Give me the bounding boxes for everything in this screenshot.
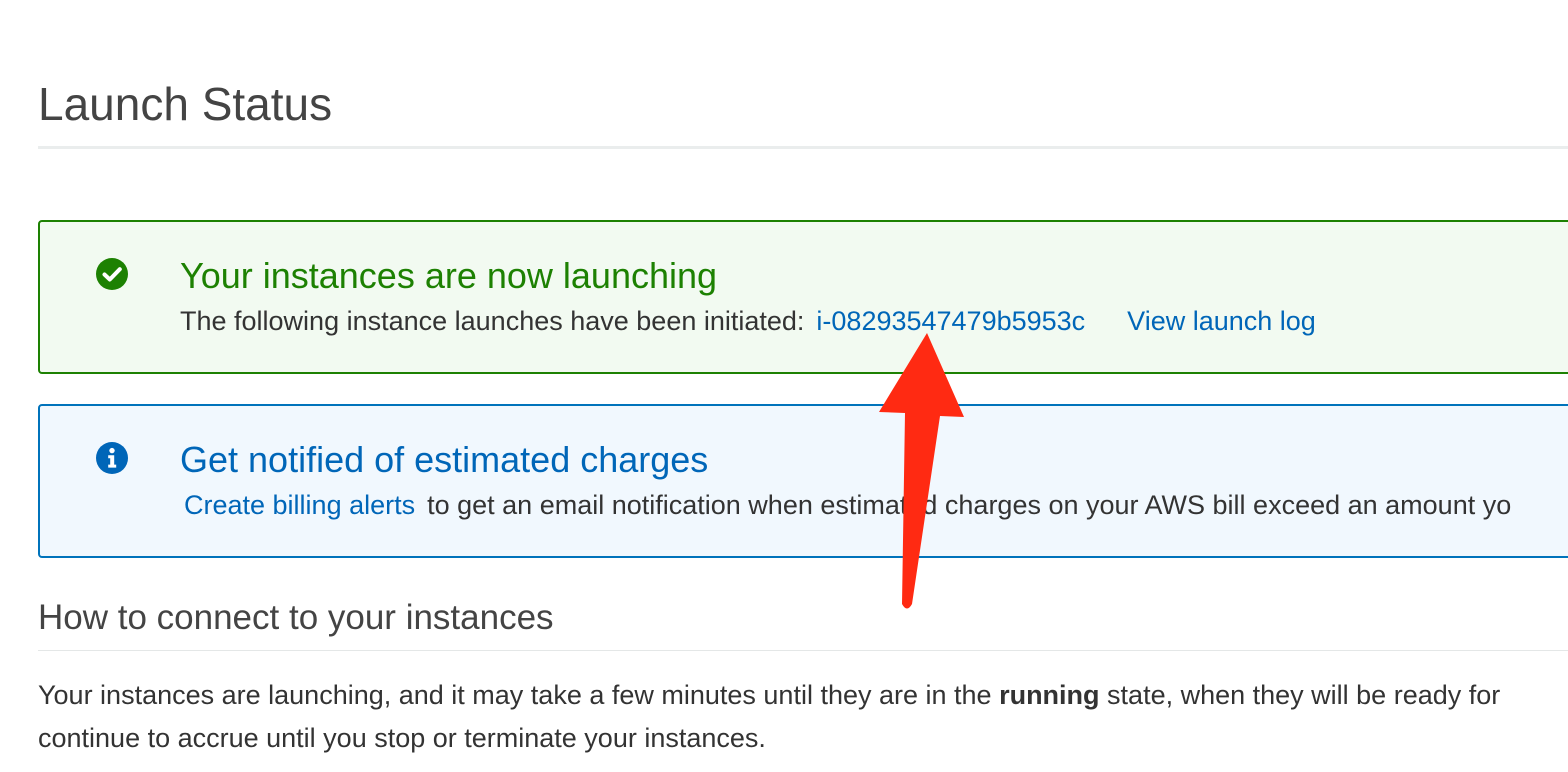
page-title: Launch Status — [38, 78, 333, 130]
info-circle-icon — [96, 442, 128, 474]
running-state-text: running — [999, 680, 1100, 710]
instance-id-link[interactable]: i-08293547479b5953c — [816, 306, 1085, 336]
title-divider — [38, 146, 1568, 149]
create-billing-alerts-link[interactable]: Create billing alerts — [184, 490, 415, 520]
view-launch-log-link[interactable]: View launch log — [1127, 306, 1316, 336]
connect-section-heading: How to connect to your instances — [38, 598, 554, 637]
success-alert-heading: Your instances are now launching — [180, 255, 718, 296]
success-alert-text: The following instance launches have bee… — [180, 306, 805, 336]
billing-alert-text: to get an email notification when estima… — [427, 490, 1512, 520]
connect-instructions-line-1: Your instances are launching, and it may… — [38, 674, 1568, 717]
billing-info-alert: Get notified of estimated charges Create… — [38, 404, 1568, 558]
line1-text-before: Your instances are launching, and it may… — [38, 680, 1000, 710]
connect-instructions-line-2: continue to accrue until you stop or ter… — [38, 723, 766, 753]
billing-alert-heading: Get notified of estimated charges — [180, 439, 709, 480]
success-alert-body: The following instance launches have bee… — [180, 304, 1316, 338]
success-alert: Your instances are now launching The fol… — [38, 220, 1568, 374]
check-circle-icon — [96, 258, 128, 290]
launch-status-page: Launch Status Your instances are now lau… — [0, 0, 1568, 772]
billing-alert-body: Create billing alerts to get an email not… — [184, 488, 1511, 522]
connect-section-divider — [38, 650, 1568, 651]
line1-text-after: state, when they will be ready for — [1099, 680, 1501, 710]
connect-instructions: Your instances are launching, and it may… — [38, 674, 1568, 760]
